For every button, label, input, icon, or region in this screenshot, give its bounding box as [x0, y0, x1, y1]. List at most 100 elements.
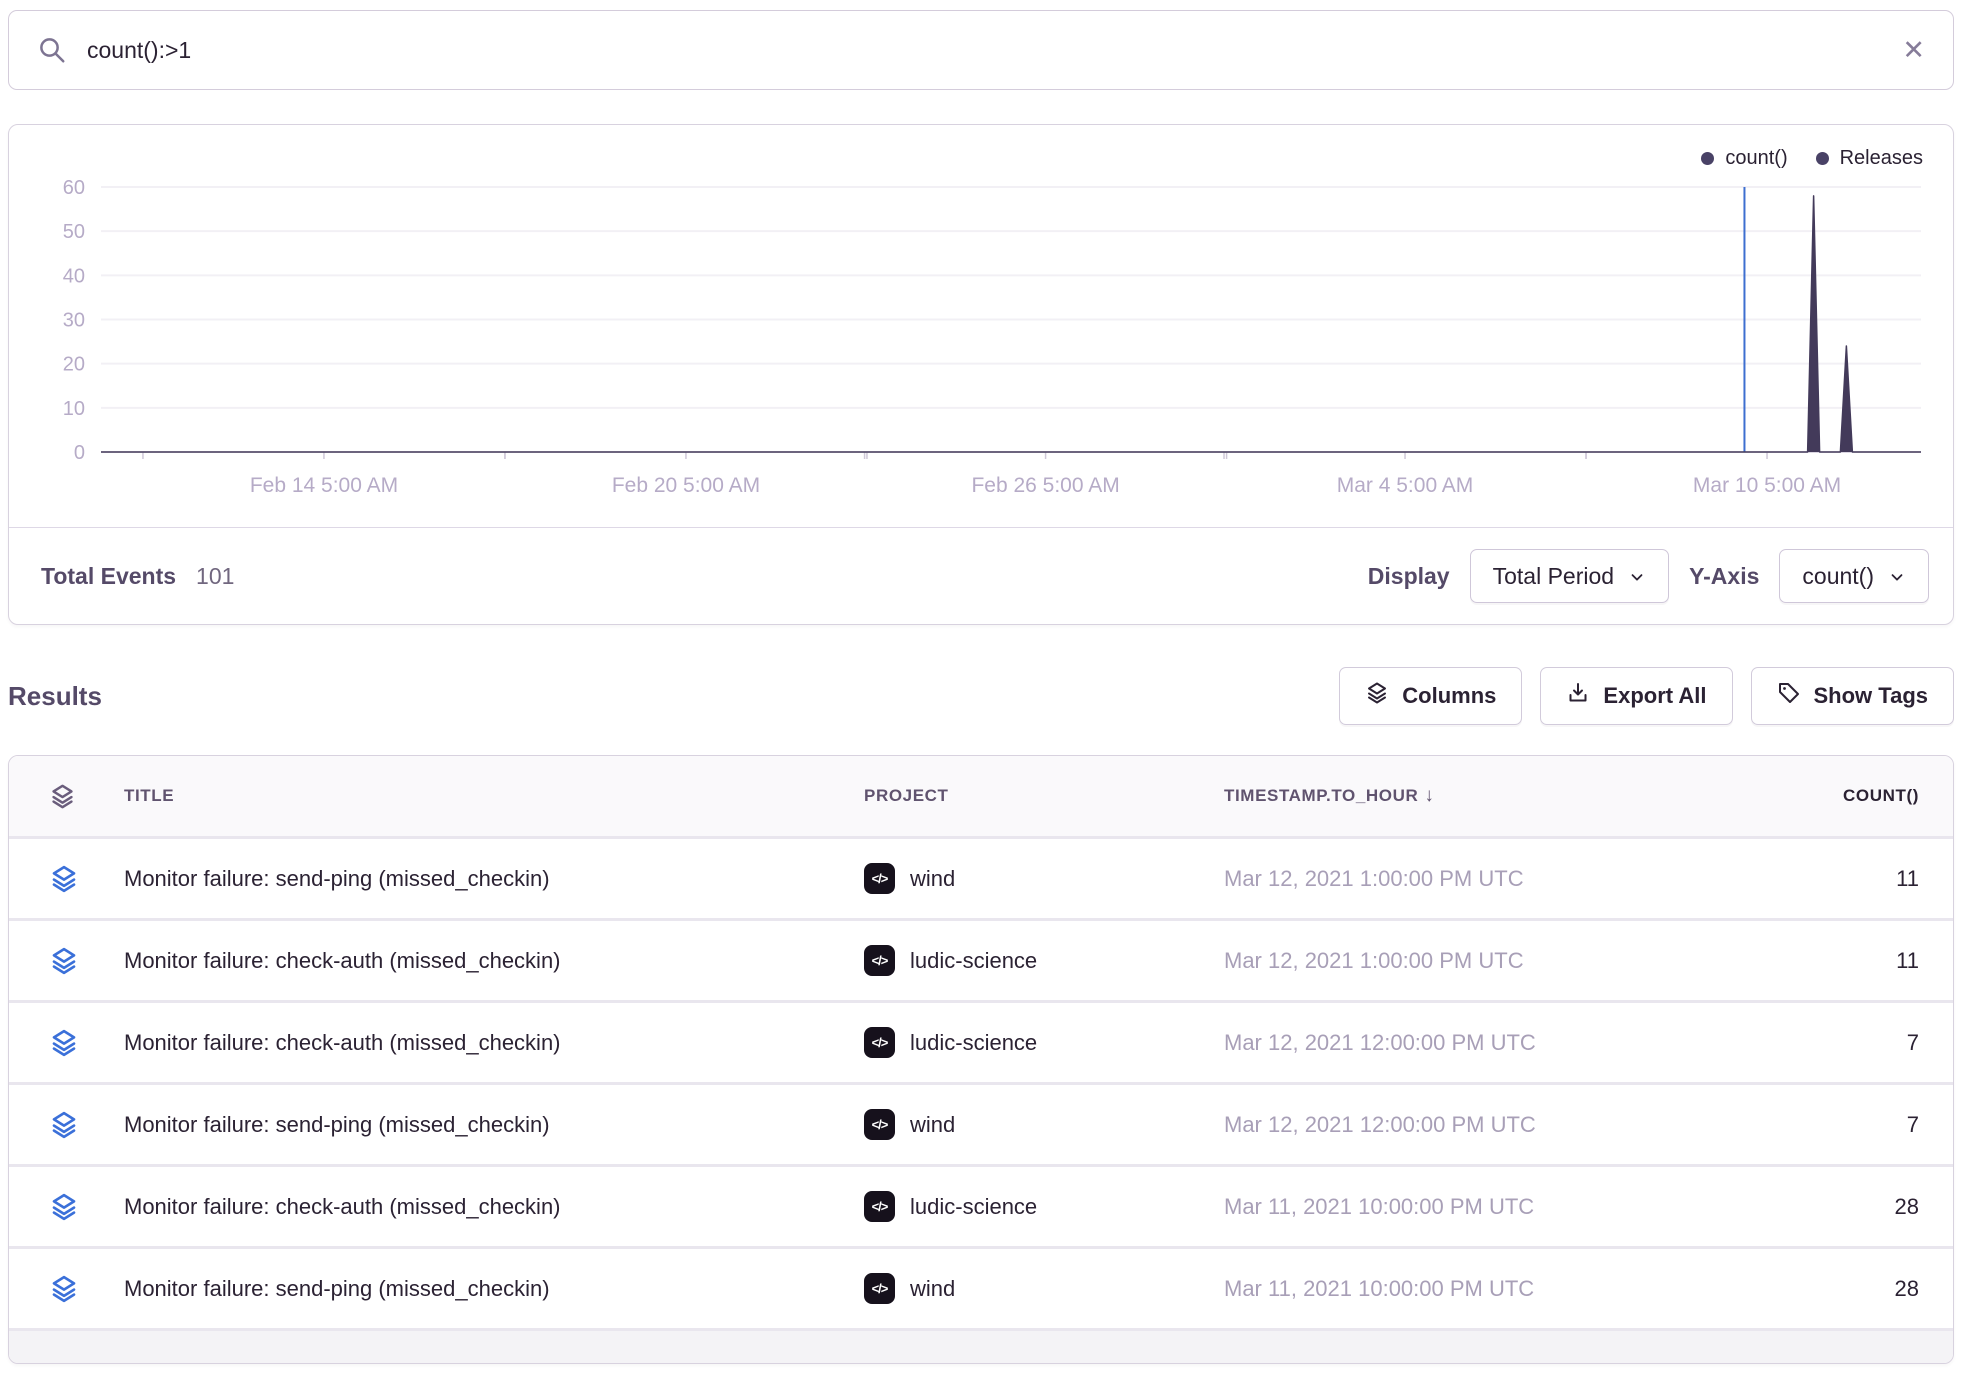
- legend-releases-label: Releases: [1840, 147, 1923, 170]
- display-label: Display: [1368, 563, 1450, 590]
- event-title[interactable]: Monitor failure: send-ping (missed_check…: [124, 1112, 864, 1138]
- yaxis-dropdown[interactable]: count(): [1779, 549, 1929, 603]
- table-row[interactable]: Monitor failure: check-auth (missed_chec…: [9, 1167, 1953, 1249]
- event-count: 7: [1714, 1030, 1919, 1056]
- table-row[interactable]: Monitor failure: send-ping (missed_check…: [9, 839, 1953, 921]
- table-footer-strip: [9, 1331, 1953, 1363]
- project-name: ludic-science: [910, 948, 1037, 974]
- releases-series-dot-icon: [1816, 152, 1829, 165]
- svg-text:30: 30: [63, 310, 85, 332]
- project-platform-icon: </>: [864, 1191, 895, 1222]
- event-count: 28: [1714, 1276, 1919, 1302]
- project-platform-icon: </>: [864, 1273, 895, 1304]
- project-name: wind: [910, 866, 955, 892]
- event-timestamp: Mar 11, 2021 10:00:00 PM UTC: [1224, 1276, 1714, 1302]
- sort-desc-icon: ↓: [1424, 785, 1434, 806]
- event-count: 28: [1714, 1194, 1919, 1220]
- total-events-label: Total Events: [41, 563, 176, 590]
- svg-text:20: 20: [63, 354, 85, 376]
- download-icon: [1566, 681, 1590, 711]
- events-over-time-chart[interactable]: 0102030405060Feb 14 5:00 AMFeb 20 5:00 A…: [9, 125, 1953, 528]
- legend-item-count[interactable]: count(): [1701, 147, 1787, 170]
- project-name: wind: [910, 1112, 955, 1138]
- event-count: 7: [1714, 1112, 1919, 1138]
- search-bar: ✕: [8, 10, 1954, 90]
- project-cell[interactable]: </> ludic-science: [864, 1027, 1224, 1058]
- stack-icon[interactable]: [49, 1028, 124, 1058]
- show-tags-button[interactable]: Show Tags: [1751, 667, 1955, 725]
- event-count: 11: [1714, 866, 1919, 892]
- stack-icon[interactable]: [49, 783, 124, 810]
- event-timestamp: Mar 12, 2021 12:00:00 PM UTC: [1224, 1030, 1714, 1056]
- stack-icon[interactable]: [49, 1110, 124, 1140]
- svg-text:Feb 26 5:00 AM: Feb 26 5:00 AM: [971, 474, 1119, 497]
- project-platform-icon: </>: [864, 1027, 895, 1058]
- count-series-dot-icon: [1701, 152, 1714, 165]
- event-title[interactable]: Monitor failure: check-auth (missed_chec…: [124, 948, 864, 974]
- column-header-count[interactable]: COUNT(): [1714, 786, 1919, 806]
- stack-icon: [1365, 681, 1389, 711]
- event-title[interactable]: Monitor failure: check-auth (missed_chec…: [124, 1194, 864, 1220]
- project-platform-icon: </>: [864, 1109, 895, 1140]
- results-heading: Results: [8, 681, 102, 712]
- chart-footer: Total Events 101 Display Total Period Y-…: [9, 527, 1953, 624]
- event-timestamp: Mar 11, 2021 10:00:00 PM UTC: [1224, 1194, 1714, 1220]
- legend-item-releases[interactable]: Releases: [1816, 147, 1923, 170]
- project-name: wind: [910, 1276, 955, 1302]
- project-platform-icon: </>: [864, 945, 895, 976]
- project-cell[interactable]: </> ludic-science: [864, 945, 1224, 976]
- svg-text:Mar 10 5:00 AM: Mar 10 5:00 AM: [1693, 474, 1841, 497]
- clear-search-icon[interactable]: ✕: [1902, 37, 1925, 64]
- yaxis-dropdown-value: count(): [1802, 563, 1874, 590]
- svg-text:60: 60: [63, 177, 85, 199]
- events-chart-panel: count() Releases 0102030405060Feb 14 5:0…: [8, 124, 1954, 625]
- project-cell[interactable]: </> wind: [864, 863, 1224, 894]
- column-header-project[interactable]: PROJECT: [864, 786, 1224, 806]
- svg-text:40: 40: [63, 265, 85, 287]
- stack-icon[interactable]: [49, 1274, 124, 1304]
- event-title[interactable]: Monitor failure: send-ping (missed_check…: [124, 866, 864, 892]
- columns-button[interactable]: Columns: [1339, 667, 1522, 725]
- chevron-down-icon: [1888, 568, 1906, 586]
- project-cell[interactable]: </> wind: [864, 1273, 1224, 1304]
- event-timestamp: Mar 12, 2021 12:00:00 PM UTC: [1224, 1112, 1714, 1138]
- columns-button-label: Columns: [1402, 683, 1496, 709]
- svg-text:Feb 20 5:00 AM: Feb 20 5:00 AM: [612, 474, 760, 497]
- event-count: 11: [1714, 948, 1919, 974]
- project-cell[interactable]: </> wind: [864, 1109, 1224, 1140]
- display-dropdown-value: Total Period: [1493, 563, 1614, 590]
- table-header-row: TITLE PROJECT TIMESTAMP.TO_HOUR ↓ COUNT(): [9, 756, 1953, 839]
- event-timestamp: Mar 12, 2021 1:00:00 PM UTC: [1224, 948, 1714, 974]
- column-header-timestamp[interactable]: TIMESTAMP.TO_HOUR ↓: [1224, 785, 1714, 807]
- project-name: ludic-science: [910, 1030, 1037, 1056]
- search-icon: [37, 35, 67, 65]
- svg-text:0: 0: [74, 442, 85, 464]
- results-header-row: Results Columns Export All: [8, 666, 1954, 726]
- results-table: TITLE PROJECT TIMESTAMP.TO_HOUR ↓ COUNT()…: [8, 755, 1954, 1364]
- table-row[interactable]: Monitor failure: check-auth (missed_chec…: [9, 1003, 1953, 1085]
- event-title[interactable]: Monitor failure: check-auth (missed_chec…: [124, 1030, 864, 1056]
- export-all-button-label: Export All: [1603, 683, 1706, 709]
- event-title[interactable]: Monitor failure: send-ping (missed_check…: [124, 1276, 864, 1302]
- legend-count-label: count(): [1725, 147, 1787, 170]
- display-dropdown[interactable]: Total Period: [1470, 549, 1669, 603]
- svg-text:Feb 14 5:00 AM: Feb 14 5:00 AM: [250, 474, 398, 497]
- project-cell[interactable]: </> ludic-science: [864, 1191, 1224, 1222]
- stack-icon[interactable]: [49, 1192, 124, 1222]
- timestamp-column-label: TIMESTAMP.TO_HOUR: [1224, 786, 1418, 805]
- tag-icon: [1777, 681, 1801, 711]
- column-header-title[interactable]: TITLE: [124, 786, 864, 806]
- search-input[interactable]: [87, 37, 1882, 64]
- chart-legend: count() Releases: [1701, 147, 1923, 170]
- yaxis-label: Y-Axis: [1689, 563, 1759, 590]
- table-row[interactable]: Monitor failure: send-ping (missed_check…: [9, 1249, 1953, 1331]
- project-name: ludic-science: [910, 1194, 1037, 1220]
- stack-icon[interactable]: [49, 946, 124, 976]
- export-all-button[interactable]: Export All: [1540, 667, 1732, 725]
- show-tags-button-label: Show Tags: [1814, 683, 1929, 709]
- stack-icon[interactable]: [49, 864, 124, 894]
- svg-text:Mar 4 5:00 AM: Mar 4 5:00 AM: [1337, 474, 1474, 497]
- project-platform-icon: </>: [864, 863, 895, 894]
- table-row[interactable]: Monitor failure: check-auth (missed_chec…: [9, 921, 1953, 1003]
- table-row[interactable]: Monitor failure: send-ping (missed_check…: [9, 1085, 1953, 1167]
